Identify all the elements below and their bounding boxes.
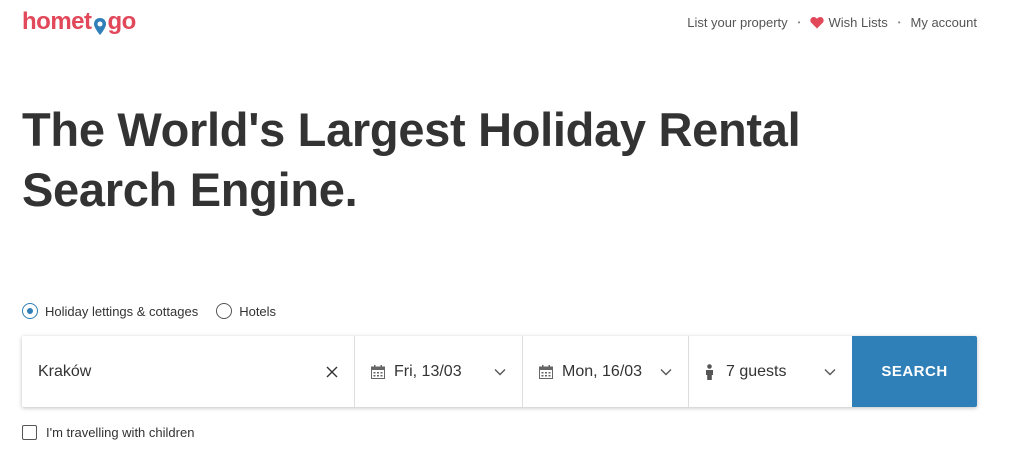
location-pin-icon bbox=[93, 12, 107, 36]
radio-holiday-lettings-label: Holiday lettings & cottages bbox=[45, 303, 199, 319]
nav-separator: • bbox=[897, 18, 901, 27]
checkout-date-value: Mon, 16/03 bbox=[562, 362, 643, 380]
chevron-down-icon bbox=[824, 368, 836, 375]
top-navigation: List your property • Wish Lists • My acc… bbox=[687, 15, 977, 30]
search-type-selector: Holiday lettings & cottages Hotels bbox=[22, 303, 294, 319]
page-title-line-1: The World's Largest Holiday Rental bbox=[22, 103, 801, 156]
clear-icon[interactable] bbox=[326, 366, 338, 378]
chevron-down-icon bbox=[660, 368, 672, 375]
page-title: The World's Largest Holiday Rental Searc… bbox=[22, 100, 922, 220]
calendar-icon bbox=[539, 364, 553, 379]
guests-selector[interactable]: 7 guests bbox=[689, 336, 852, 407]
chevron-down-icon bbox=[494, 368, 506, 375]
radio-button-selected[interactable] bbox=[22, 303, 38, 319]
search-button[interactable]: SEARCH bbox=[852, 336, 977, 407]
hometogo-logo[interactable]: homet go bbox=[22, 8, 136, 36]
radio-button[interactable] bbox=[216, 303, 233, 319]
travelling-with-children[interactable]: I'm travelling with children bbox=[22, 425, 194, 440]
my-account-link[interactable]: My account bbox=[911, 15, 977, 30]
wish-lists-label: Wish Lists bbox=[828, 15, 888, 30]
wish-lists-link[interactable]: Wish Lists bbox=[810, 15, 888, 30]
logo-text-start: homet bbox=[22, 8, 92, 35]
children-checkbox[interactable] bbox=[22, 425, 37, 440]
checkin-date-value: Fri, 13/03 bbox=[394, 362, 462, 380]
heart-icon bbox=[810, 16, 825, 29]
checkout-date-field[interactable]: Mon, 16/03 bbox=[523, 336, 689, 407]
logo-text-end: go bbox=[107, 8, 137, 35]
destination-input[interactable]: Kraków bbox=[38, 363, 326, 381]
person-icon bbox=[706, 363, 713, 380]
page-title-line-2: Search Engine. bbox=[22, 163, 358, 216]
guests-value: 7 guests bbox=[726, 362, 787, 380]
nav-separator: • bbox=[797, 18, 801, 27]
destination-field[interactable]: Kraków bbox=[22, 336, 355, 407]
children-checkbox-label: I'm travelling with children bbox=[46, 425, 195, 440]
list-property-link[interactable]: List your property bbox=[687, 15, 787, 30]
radio-hotels-label: Hotels bbox=[239, 303, 277, 319]
checkin-date-field[interactable]: Fri, 13/03 bbox=[355, 336, 523, 407]
radio-holiday-lettings[interactable]: Holiday lettings & cottages bbox=[22, 303, 198, 319]
calendar-icon bbox=[371, 364, 385, 379]
search-bar: Kraków Fri, 13/03 Mon, 16/03 7 guests SE… bbox=[22, 336, 977, 407]
radio-hotels[interactable]: Hotels bbox=[216, 303, 276, 319]
